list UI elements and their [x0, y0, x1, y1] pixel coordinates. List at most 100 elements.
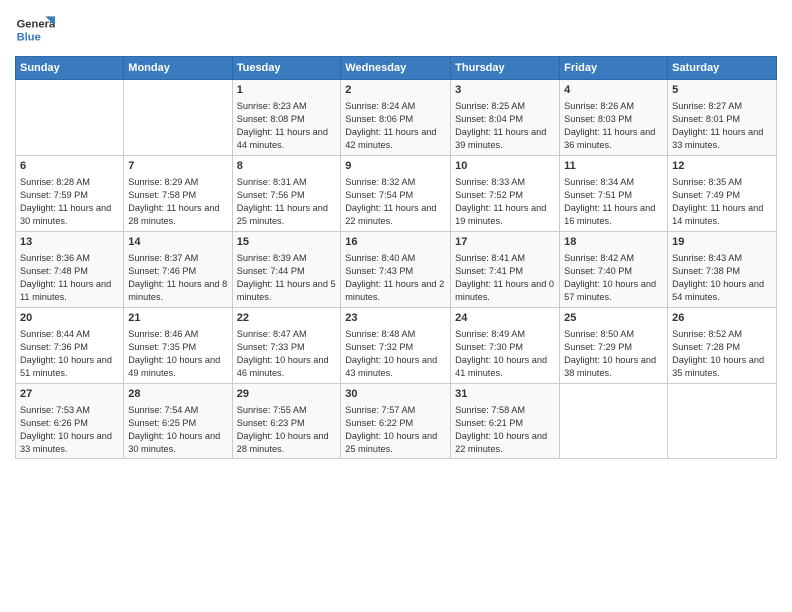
day-number: 6 [20, 159, 119, 174]
calendar-cell: 15 Sunrise: 8:39 AMSunset: 7:44 PMDayligh… [232, 231, 341, 307]
day-info: Sunrise: 8:33 AMSunset: 7:52 PMDaylight:… [455, 176, 555, 228]
calendar-cell: 28 Sunrise: 7:54 AMSunset: 6:25 PMDayligh… [124, 383, 232, 459]
weekday-header-saturday: Saturday [668, 57, 777, 80]
week-row-4: 20Sunrise: 8:44 AMSunset: 7:36 PMDayligh… [16, 307, 777, 383]
day-info: Sunrise: 8:29 AMSunset: 7:58 PMDaylight:… [128, 176, 227, 228]
day-number: 19 [672, 235, 772, 250]
calendar-cell: 7 Sunrise: 8:29 AMSunset: 7:58 PMDaylight… [124, 155, 232, 231]
svg-text:Blue: Blue [17, 31, 41, 43]
calendar-cell: 19 Sunrise: 8:43 AMSunset: 7:38 PMDayligh… [668, 231, 777, 307]
calendar-cell: 18Sunrise: 8:42 AMSunset: 7:40 PMDayligh… [560, 231, 668, 307]
calendar-cell: 21 Sunrise: 8:46 AMSunset: 7:35 PMDayligh… [124, 307, 232, 383]
calendar-cell [124, 80, 232, 156]
weekday-header-friday: Friday [560, 57, 668, 80]
day-info: Sunrise: 7:55 AMSunset: 6:23 PMDaylight:… [237, 404, 337, 456]
calendar-cell: 8Sunrise: 8:31 AMSunset: 7:56 PMDaylight… [232, 155, 341, 231]
day-info: Sunrise: 8:49 AMSunset: 7:30 PMDaylight:… [455, 328, 555, 380]
day-info: Sunrise: 7:57 AMSunset: 6:22 PMDaylight:… [345, 404, 446, 456]
day-info: Sunrise: 8:46 AMSunset: 7:35 PMDaylight:… [128, 328, 227, 380]
day-info: Sunrise: 7:58 AMSunset: 6:21 PMDaylight:… [455, 404, 555, 456]
day-number: 5 [672, 83, 772, 98]
day-number: 31 [455, 387, 555, 402]
day-info: Sunrise: 8:35 AMSunset: 7:49 PMDaylight:… [672, 176, 772, 228]
day-number: 9 [345, 159, 446, 174]
calendar-header: SundayMondayTuesdayWednesdayThursdayFrid… [16, 57, 777, 80]
calendar-cell: 20Sunrise: 8:44 AMSunset: 7:36 PMDayligh… [16, 307, 124, 383]
day-number: 13 [20, 235, 119, 250]
calendar-cell: 5 Sunrise: 8:27 AMSunset: 8:01 PMDaylight… [668, 80, 777, 156]
day-info: Sunrise: 8:47 AMSunset: 7:33 PMDaylight:… [237, 328, 337, 380]
day-info: Sunrise: 8:27 AMSunset: 8:01 PMDaylight:… [672, 100, 772, 152]
calendar-cell: 3 Sunrise: 8:25 AMSunset: 8:04 PMDaylight… [451, 80, 560, 156]
day-number: 1 [237, 83, 337, 98]
day-info: Sunrise: 8:37 AMSunset: 7:46 PMDaylight:… [128, 252, 227, 304]
day-number: 3 [455, 83, 555, 98]
calendar-cell [668, 383, 777, 459]
weekday-header-tuesday: Tuesday [232, 57, 341, 80]
day-info: Sunrise: 8:26 AMSunset: 8:03 PMDaylight:… [564, 100, 663, 152]
calendar-cell: 4Sunrise: 8:26 AMSunset: 8:03 PMDaylight… [560, 80, 668, 156]
day-info: Sunrise: 8:36 AMSunset: 7:48 PMDaylight:… [20, 252, 119, 304]
calendar-cell: 29Sunrise: 7:55 AMSunset: 6:23 PMDayligh… [232, 383, 341, 459]
day-number: 20 [20, 311, 119, 326]
calendar-cell: 25Sunrise: 8:50 AMSunset: 7:29 PMDayligh… [560, 307, 668, 383]
week-row-3: 13 Sunrise: 8:36 AMSunset: 7:48 PMDayligh… [16, 231, 777, 307]
week-row-2: 6 Sunrise: 8:28 AMSunset: 7:59 PMDaylight… [16, 155, 777, 231]
day-info: Sunrise: 8:48 AMSunset: 7:32 PMDaylight:… [345, 328, 446, 380]
calendar-table: SundayMondayTuesdayWednesdayThursdayFrid… [15, 56, 777, 459]
day-number: 22 [237, 311, 337, 326]
calendar-cell: 6 Sunrise: 8:28 AMSunset: 7:59 PMDaylight… [16, 155, 124, 231]
day-number: 28 [128, 387, 227, 402]
day-number: 27 [20, 387, 119, 402]
day-info: Sunrise: 8:25 AMSunset: 8:04 PMDaylight:… [455, 100, 555, 152]
day-number: 24 [455, 311, 555, 326]
calendar-cell: 27 Sunrise: 7:53 AMSunset: 6:26 PMDayligh… [16, 383, 124, 459]
day-info: Sunrise: 8:28 AMSunset: 7:59 PMDaylight:… [20, 176, 119, 228]
day-number: 8 [237, 159, 337, 174]
day-info: Sunrise: 8:23 AMSunset: 8:08 PMDaylight:… [237, 100, 337, 152]
day-info: Sunrise: 8:32 AMSunset: 7:54 PMDaylight:… [345, 176, 446, 228]
page: General Blue SundayMondayTuesdayWednesda… [0, 0, 792, 612]
day-number: 7 [128, 159, 227, 174]
weekday-header-sunday: Sunday [16, 57, 124, 80]
calendar-cell: 31 Sunrise: 7:58 AMSunset: 6:21 PMDayligh… [451, 383, 560, 459]
weekday-header-monday: Monday [124, 57, 232, 80]
day-info: Sunrise: 8:39 AMSunset: 7:44 PMDaylight:… [237, 252, 337, 304]
calendar-cell: 17Sunrise: 8:41 AMSunset: 7:41 PMDayligh… [451, 231, 560, 307]
day-number: 30 [345, 387, 446, 402]
day-info: Sunrise: 8:52 AMSunset: 7:28 PMDaylight:… [672, 328, 772, 380]
svg-text:General: General [17, 19, 55, 31]
day-info: Sunrise: 8:34 AMSunset: 7:51 PMDaylight:… [564, 176, 663, 228]
calendar-cell: 30 Sunrise: 7:57 AMSunset: 6:22 PMDayligh… [341, 383, 451, 459]
day-number: 21 [128, 311, 227, 326]
week-row-1: 1 Sunrise: 8:23 AMSunset: 8:08 PMDaylight… [16, 80, 777, 156]
day-number: 18 [564, 235, 663, 250]
weekday-header-wednesday: Wednesday [341, 57, 451, 80]
day-number: 25 [564, 311, 663, 326]
day-number: 12 [672, 159, 772, 174]
calendar-cell: 1 Sunrise: 8:23 AMSunset: 8:08 PMDaylight… [232, 80, 341, 156]
weekday-header-thursday: Thursday [451, 57, 560, 80]
calendar-cell: 12 Sunrise: 8:35 AMSunset: 7:49 PMDayligh… [668, 155, 777, 231]
calendar-body: 1 Sunrise: 8:23 AMSunset: 8:08 PMDaylight… [16, 80, 777, 459]
logo-icon: General Blue [15, 10, 55, 50]
day-number: 15 [237, 235, 337, 250]
weekday-row: SundayMondayTuesdayWednesdayThursdayFrid… [16, 57, 777, 80]
day-info: Sunrise: 7:53 AMSunset: 6:26 PMDaylight:… [20, 404, 119, 456]
calendar-cell: 10 Sunrise: 8:33 AMSunset: 7:52 PMDayligh… [451, 155, 560, 231]
calendar-cell: 13 Sunrise: 8:36 AMSunset: 7:48 PMDayligh… [16, 231, 124, 307]
day-number: 14 [128, 235, 227, 250]
calendar-cell: 22 Sunrise: 8:47 AMSunset: 7:33 PMDayligh… [232, 307, 341, 383]
day-info: Sunrise: 7:54 AMSunset: 6:25 PMDaylight:… [128, 404, 227, 456]
day-number: 26 [672, 311, 772, 326]
calendar-cell: 26 Sunrise: 8:52 AMSunset: 7:28 PMDayligh… [668, 307, 777, 383]
day-info: Sunrise: 8:41 AMSunset: 7:41 PMDaylight:… [455, 252, 555, 304]
day-info: Sunrise: 8:43 AMSunset: 7:38 PMDaylight:… [672, 252, 772, 304]
day-info: Sunrise: 8:40 AMSunset: 7:43 PMDaylight:… [345, 252, 446, 304]
logo: General Blue [15, 10, 59, 50]
day-number: 10 [455, 159, 555, 174]
calendar-cell: 11Sunrise: 8:34 AMSunset: 7:51 PMDayligh… [560, 155, 668, 231]
calendar-cell [560, 383, 668, 459]
week-row-5: 27 Sunrise: 7:53 AMSunset: 6:26 PMDayligh… [16, 383, 777, 459]
calendar-cell: 23Sunrise: 8:48 AMSunset: 7:32 PMDayligh… [341, 307, 451, 383]
